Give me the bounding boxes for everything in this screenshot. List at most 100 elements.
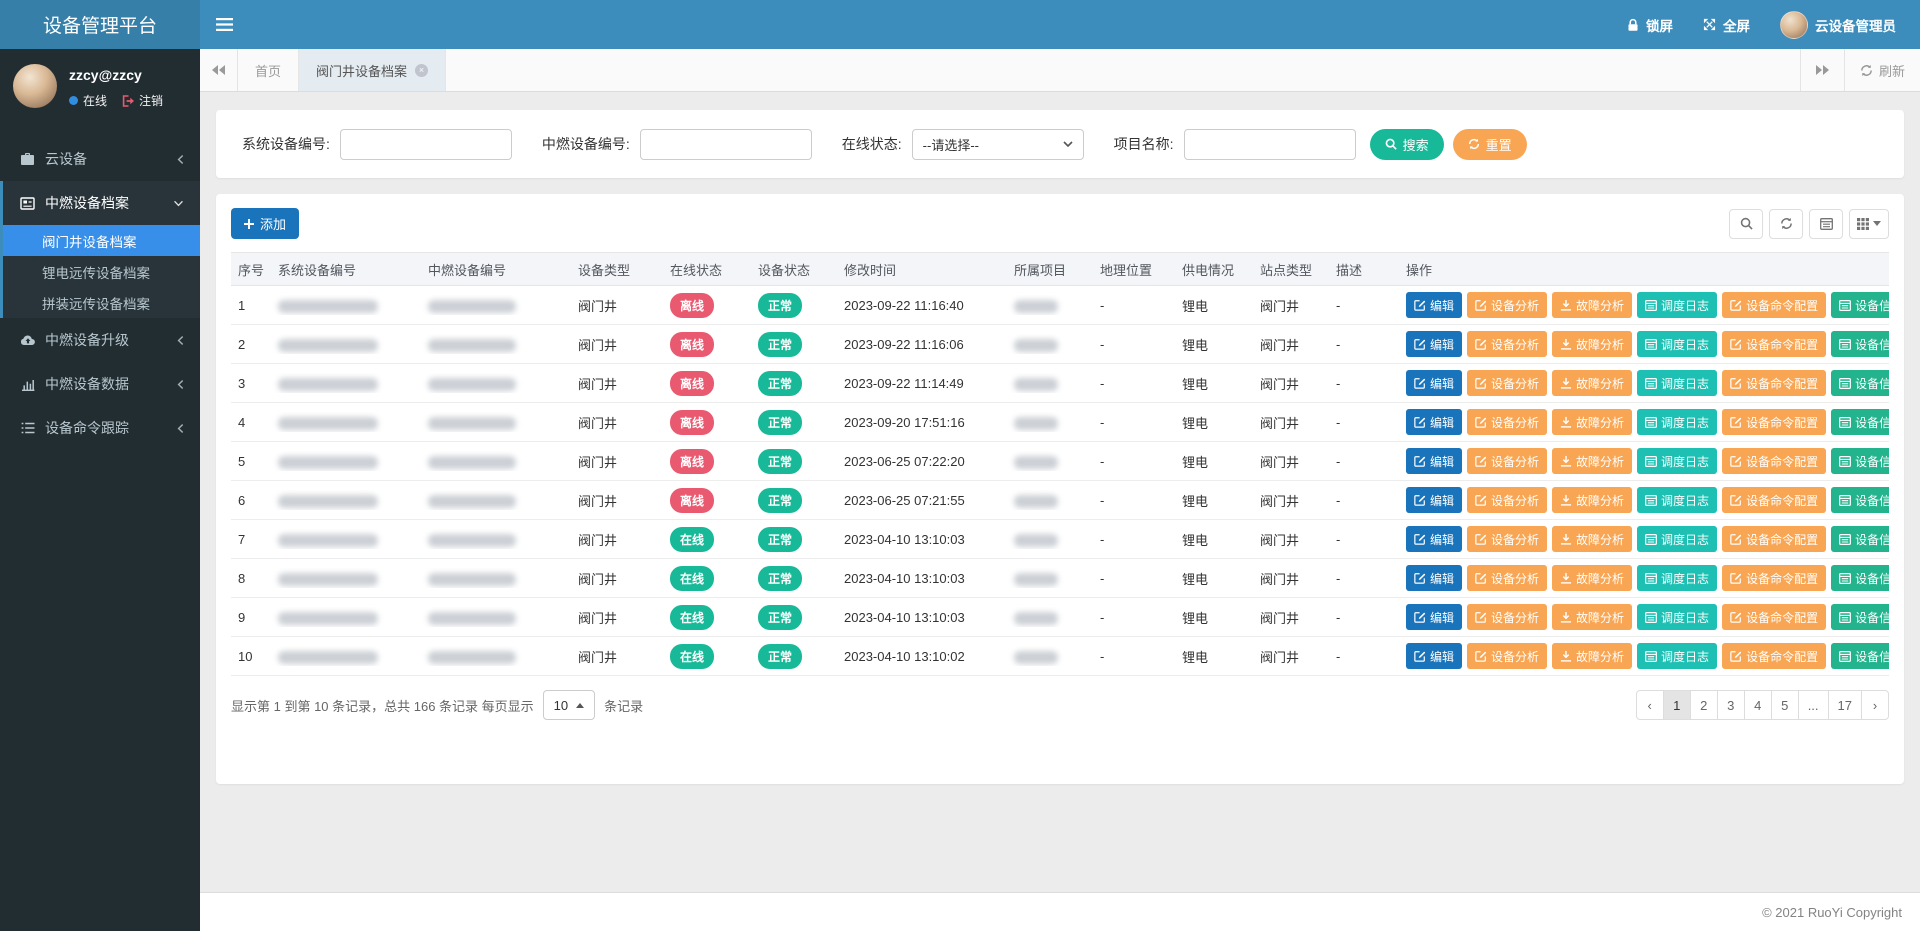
page-button-2[interactable]: 2 — [1690, 690, 1718, 720]
fault-analysis-button[interactable]: 故障分析 — [1552, 604, 1632, 630]
fault-analysis-button[interactable]: 故障分析 — [1552, 370, 1632, 396]
next-page-button[interactable]: › — [1861, 690, 1889, 720]
sidebar-toggle-button[interactable] — [200, 0, 248, 49]
sidebar-item-valve-well-archives[interactable]: 阀门井设备档案 — [3, 225, 200, 256]
search-button[interactable]: 搜索 — [1370, 129, 1444, 160]
device-analysis-button[interactable]: 设备分析 — [1467, 409, 1547, 435]
device-analysis-button[interactable]: 设备分析 — [1467, 526, 1547, 552]
edit-button[interactable]: 编辑 — [1406, 565, 1462, 591]
page-size-select[interactable]: 10 — [543, 690, 595, 720]
system-device-no-input[interactable] — [340, 129, 512, 160]
device-command-config-button[interactable]: 设备命令配置 — [1722, 370, 1826, 396]
prev-page-button[interactable]: ‹ — [1636, 690, 1664, 720]
page-button-17[interactable]: 17 — [1828, 690, 1862, 720]
tabs-scroll-right-button[interactable] — [1800, 49, 1844, 91]
device-command-config-button[interactable]: 设备命令配置 — [1722, 409, 1826, 435]
dispatch-log-button[interactable]: 调度日志 — [1637, 565, 1717, 591]
refresh-tab-button[interactable]: 刷新 — [1844, 49, 1920, 91]
sidebar-item-assembled-remote-archives[interactable]: 拼装远传设备档案 — [3, 287, 200, 318]
sidebar-item-zr-device-upgrade[interactable]: 中燃设备升级 — [0, 318, 200, 362]
device-info-button[interactable]: 设备信息 — [1831, 565, 1889, 591]
user-menu[interactable]: 云设备管理员 — [1780, 11, 1896, 39]
device-command-config-button[interactable]: 设备命令配置 — [1722, 526, 1826, 552]
tab-valve-well-archives[interactable]: 阀门井设备档案 × — [299, 49, 446, 91]
dispatch-log-button[interactable]: 调度日志 — [1637, 292, 1717, 318]
device-command-config-button[interactable]: 设备命令配置 — [1722, 448, 1826, 474]
add-button[interactable]: 添加 — [231, 208, 299, 239]
dispatch-log-button[interactable]: 调度日志 — [1637, 370, 1717, 396]
edit-button[interactable]: 编辑 — [1406, 643, 1462, 669]
device-analysis-button[interactable]: 设备分析 — [1467, 487, 1547, 513]
edit-button[interactable]: 编辑 — [1406, 409, 1462, 435]
app-title[interactable]: 设备管理平台 — [0, 0, 200, 49]
device-command-config-button[interactable]: 设备命令配置 — [1722, 331, 1826, 357]
dispatch-log-button[interactable]: 调度日志 — [1637, 448, 1717, 474]
device-analysis-button[interactable]: 设备分析 — [1467, 370, 1547, 396]
device-analysis-button[interactable]: 设备分析 — [1467, 604, 1547, 630]
dispatch-log-button[interactable]: 调度日志 — [1637, 604, 1717, 630]
dispatch-log-button[interactable]: 调度日志 — [1637, 409, 1717, 435]
zr-device-no-input[interactable] — [640, 129, 812, 160]
edit-button[interactable]: 编辑 — [1406, 526, 1462, 552]
project-name-input[interactable] — [1184, 129, 1356, 160]
device-command-config-button[interactable]: 设备命令配置 — [1722, 487, 1826, 513]
dispatch-log-button[interactable]: 调度日志 — [1637, 487, 1717, 513]
fault-analysis-button[interactable]: 故障分析 — [1552, 331, 1632, 357]
edit-button[interactable]: 编辑 — [1406, 370, 1462, 396]
fault-analysis-button[interactable]: 故障分析 — [1552, 448, 1632, 474]
device-info-button[interactable]: 设备信息 — [1831, 487, 1889, 513]
sidebar-item-lithium-remote-archives[interactable]: 锂电远传设备档案 — [3, 256, 200, 287]
dispatch-log-button[interactable]: 调度日志 — [1637, 526, 1717, 552]
table-columns-button[interactable] — [1849, 209, 1889, 239]
sidebar-item-cloud-devices[interactable]: 云设备 — [0, 137, 200, 181]
edit-button[interactable]: 编辑 — [1406, 448, 1462, 474]
device-analysis-button[interactable]: 设备分析 — [1467, 448, 1547, 474]
tab-home[interactable]: 首页 — [238, 49, 299, 91]
sidebar-item-zr-device-archives[interactable]: 中燃设备档案 — [3, 181, 200, 225]
table-toggle-view-button[interactable] — [1809, 209, 1843, 239]
fault-analysis-button[interactable]: 故障分析 — [1552, 292, 1632, 318]
device-command-config-button[interactable]: 设备命令配置 — [1722, 292, 1826, 318]
edit-button[interactable]: 编辑 — [1406, 292, 1462, 318]
device-analysis-button[interactable]: 设备分析 — [1467, 643, 1547, 669]
device-command-config-button[interactable]: 设备命令配置 — [1722, 565, 1826, 591]
page-button-4[interactable]: 4 — [1744, 690, 1772, 720]
edit-button[interactable]: 编辑 — [1406, 331, 1462, 357]
device-info-button[interactable]: 设备信息 — [1831, 292, 1889, 318]
device-analysis-button[interactable]: 设备分析 — [1467, 331, 1547, 357]
device-info-button[interactable]: 设备信息 — [1831, 526, 1889, 552]
edit-button[interactable]: 编辑 — [1406, 487, 1462, 513]
fault-analysis-button[interactable]: 故障分析 — [1552, 643, 1632, 669]
lock-screen-button[interactable]: 锁屏 — [1627, 15, 1673, 35]
device-info-button[interactable]: 设备信息 — [1831, 643, 1889, 669]
device-analysis-button[interactable]: 设备分析 — [1467, 565, 1547, 591]
page-ellipsis-button[interactable]: ... — [1798, 690, 1829, 720]
sidebar-item-device-command-tracking[interactable]: 设备命令跟踪 — [0, 406, 200, 450]
edit-button[interactable]: 编辑 — [1406, 604, 1462, 630]
page-button-3[interactable]: 3 — [1717, 690, 1745, 720]
device-command-config-button[interactable]: 设备命令配置 — [1722, 604, 1826, 630]
device-info-button[interactable]: 设备信息 — [1831, 604, 1889, 630]
reset-button[interactable]: 重置 — [1453, 129, 1527, 160]
table-search-toggle-button[interactable] — [1729, 209, 1763, 239]
device-info-button[interactable]: 设备信息 — [1831, 331, 1889, 357]
table-refresh-button[interactable] — [1769, 209, 1803, 239]
fullscreen-button[interactable]: 全屏 — [1703, 15, 1750, 35]
page-button-1[interactable]: 1 — [1663, 690, 1691, 720]
device-info-button[interactable]: 设备信息 — [1831, 409, 1889, 435]
fault-analysis-button[interactable]: 故障分析 — [1552, 526, 1632, 552]
online-status-select[interactable]: --请选择-- — [912, 129, 1084, 160]
sidebar-item-zr-device-data[interactable]: 中燃设备数据 — [0, 362, 200, 406]
device-analysis-button[interactable]: 设备分析 — [1467, 292, 1547, 318]
device-command-config-button[interactable]: 设备命令配置 — [1722, 643, 1826, 669]
logout-link[interactable]: 注销 — [122, 92, 163, 109]
device-info-button[interactable]: 设备信息 — [1831, 448, 1889, 474]
tab-close-icon[interactable]: × — [415, 64, 428, 77]
dispatch-log-button[interactable]: 调度日志 — [1637, 643, 1717, 669]
fault-analysis-button[interactable]: 故障分析 — [1552, 565, 1632, 591]
fault-analysis-button[interactable]: 故障分析 — [1552, 487, 1632, 513]
tabs-scroll-left-button[interactable] — [200, 49, 238, 91]
page-button-5[interactable]: 5 — [1771, 690, 1799, 720]
dispatch-log-button[interactable]: 调度日志 — [1637, 331, 1717, 357]
device-info-button[interactable]: 设备信息 — [1831, 370, 1889, 396]
